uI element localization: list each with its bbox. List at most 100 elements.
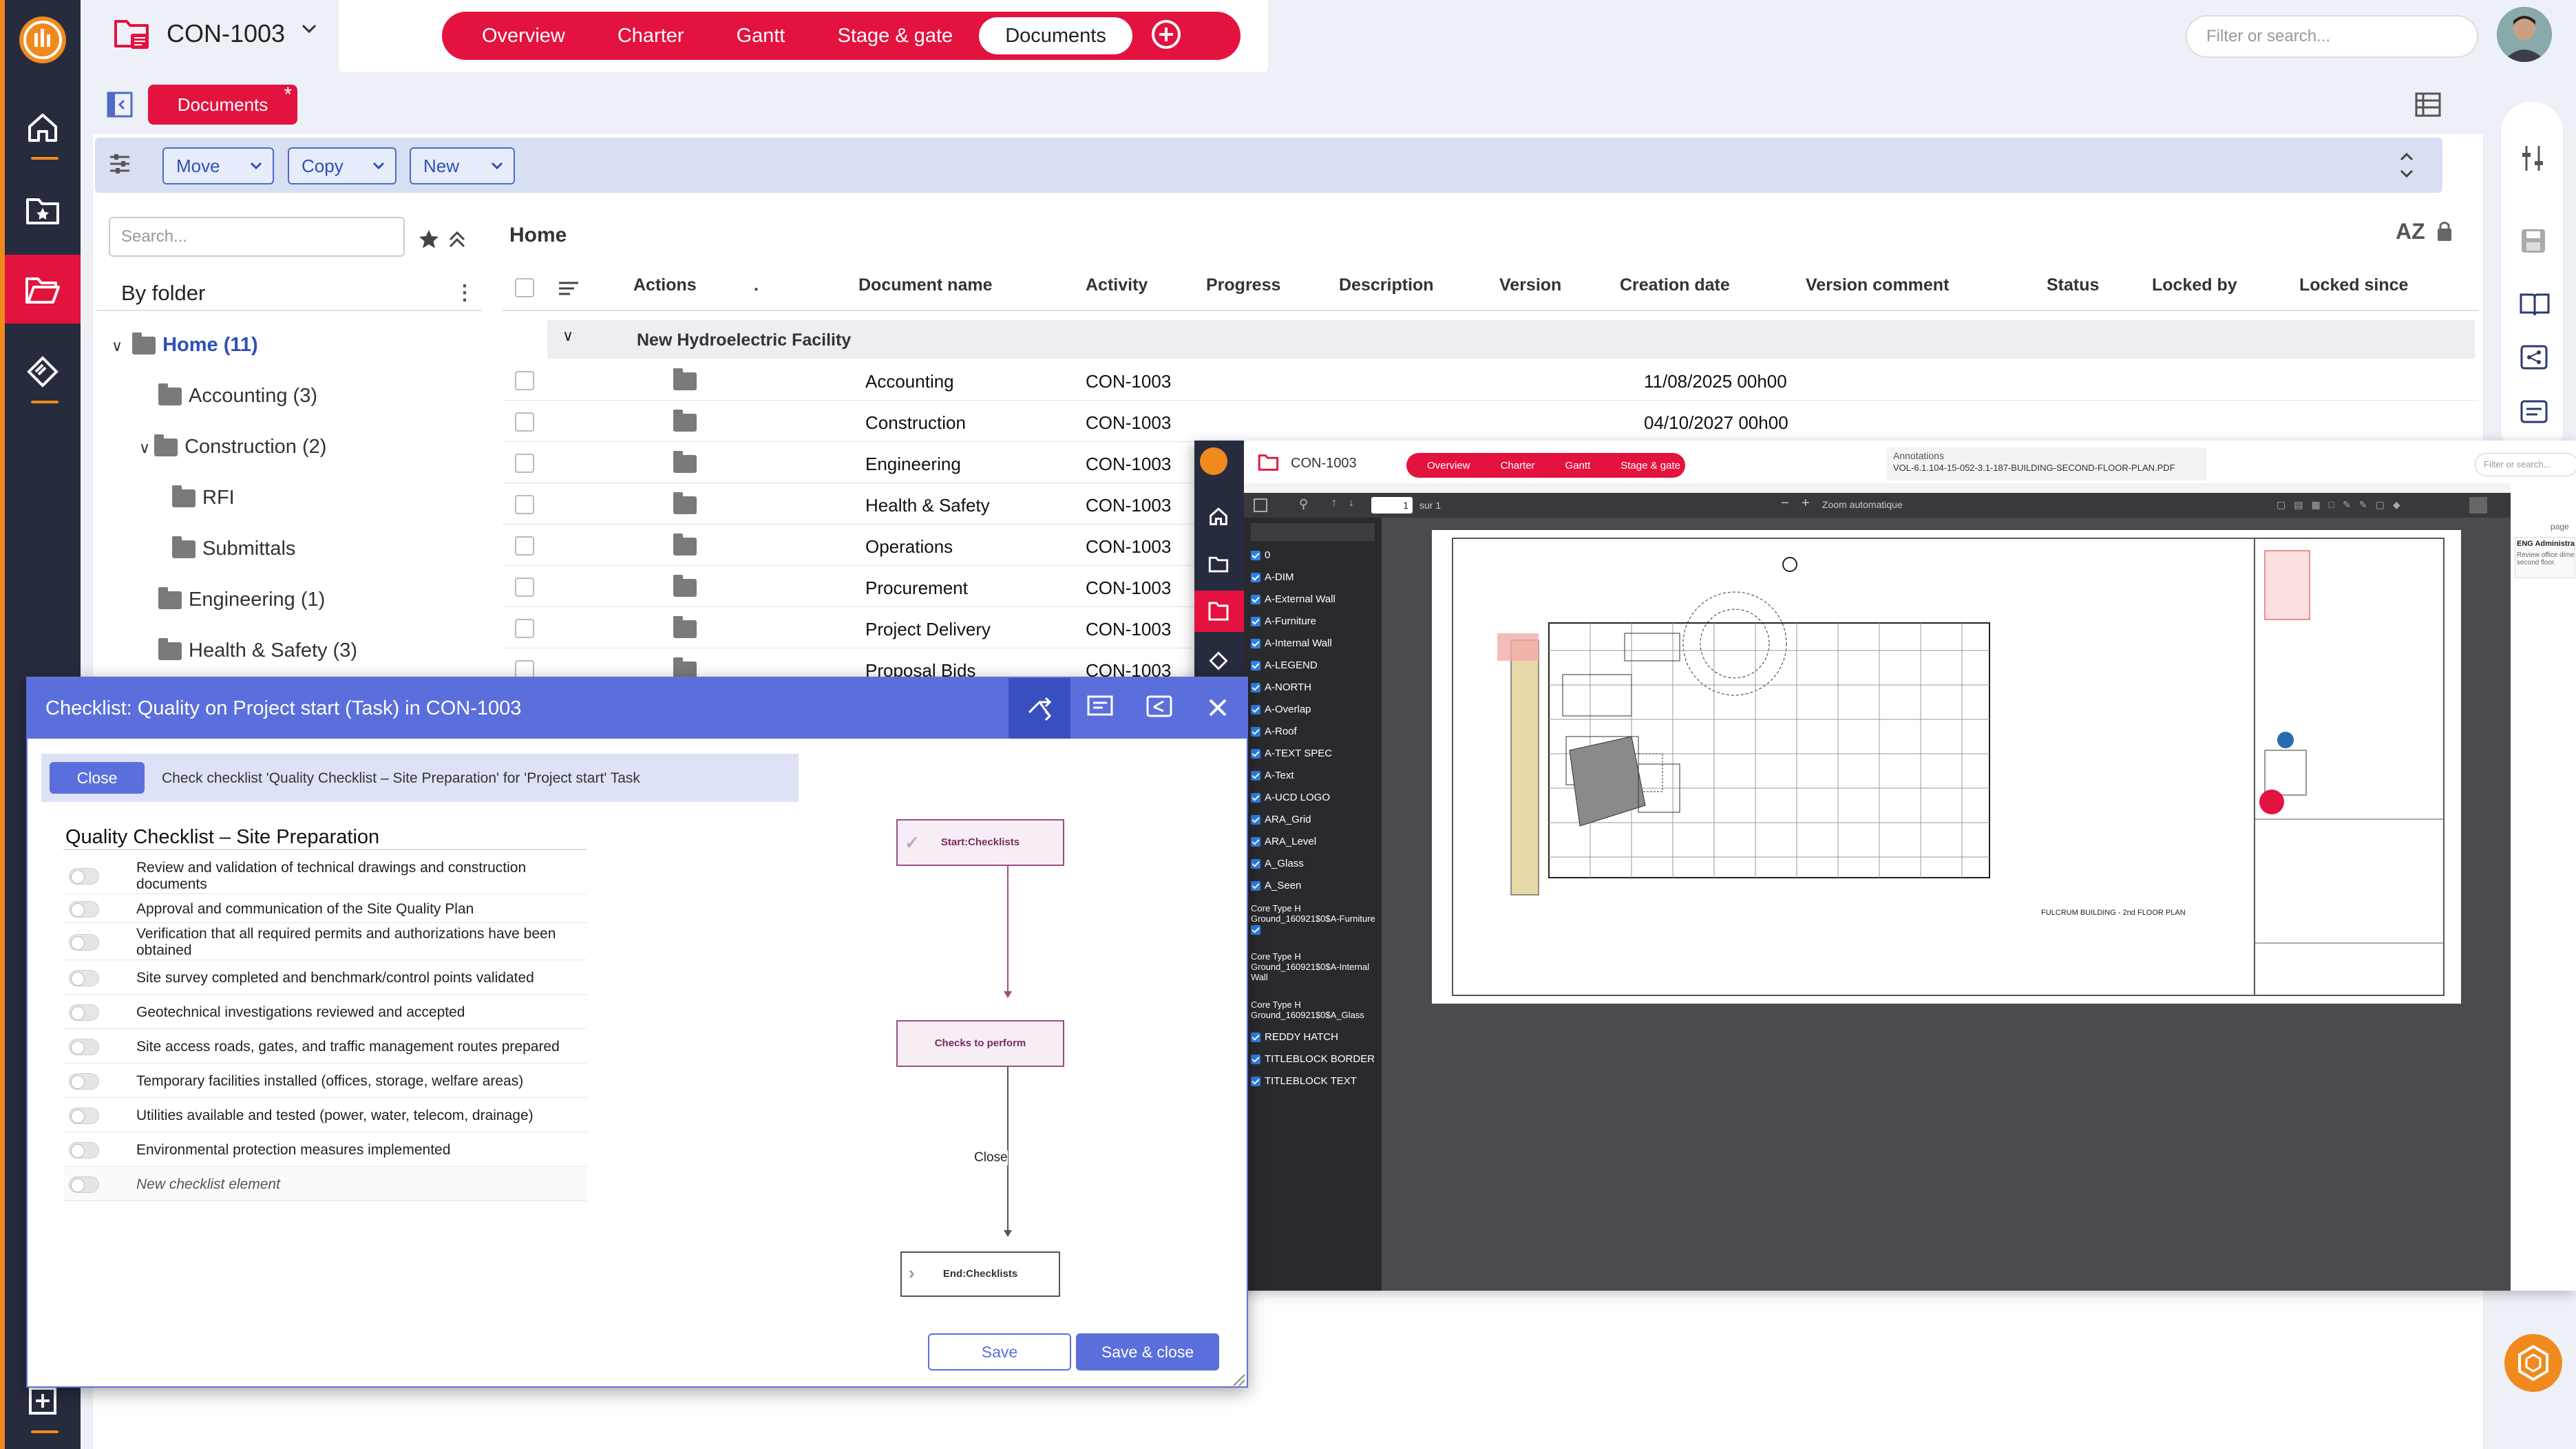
checklist-item[interactable]: Approval and communication of the Site Q… xyxy=(63,896,587,923)
comment-card[interactable]: ENG Administrator Review office dime sec… xyxy=(2515,537,2575,578)
layer-item[interactable]: TITLEBLOCK TEXT xyxy=(1251,1075,1357,1087)
tags-nav[interactable] xyxy=(5,337,81,406)
checklist-item[interactable]: Site survey completed and benchmark/cont… xyxy=(63,962,587,995)
preview-tab-documents[interactable]: Documents xyxy=(1696,460,1778,472)
layer-item[interactable]: A-DIM xyxy=(1251,571,1294,583)
expand-collapse-icon[interactable] xyxy=(2398,150,2415,184)
book-icon[interactable] xyxy=(2520,292,2550,320)
flow-start-node[interactable]: ✓ Start:Checklists xyxy=(896,819,1064,866)
layer-item[interactable]: A_Seen xyxy=(1251,880,1301,891)
layer-item[interactable]: TITLEBLOCK BORDER xyxy=(1251,1053,1375,1065)
col-version[interactable]: Version xyxy=(1499,275,1561,295)
close-icon[interactable] xyxy=(1206,696,1229,723)
close-checklist-button[interactable]: Close xyxy=(50,762,145,794)
resize-handle-icon[interactable] xyxy=(1231,1372,1246,1390)
table-view-icon[interactable] xyxy=(2415,92,2441,120)
checklist-toggle[interactable] xyxy=(69,868,99,885)
checklist-item[interactable]: Temporary facilities installed (offices,… xyxy=(63,1065,587,1098)
preview-search-input[interactable]: Filter or search... xyxy=(2475,453,2576,476)
col-status[interactable]: Status xyxy=(2047,275,2099,295)
layer-item[interactable]: REDDY HATCH xyxy=(1251,1031,1338,1043)
save-close-button[interactable]: Save & close xyxy=(1076,1333,1219,1371)
checklist-toggle[interactable] xyxy=(69,1039,99,1055)
group-by-label[interactable]: By folder xyxy=(121,281,205,306)
col-document-name[interactable]: Document name xyxy=(858,275,992,295)
checklist-toggle[interactable] xyxy=(69,1176,99,1193)
pdf-next-page-icon[interactable]: ↓ xyxy=(1349,497,1354,509)
col-activity[interactable]: Activity xyxy=(1086,275,1148,295)
col-description[interactable]: Description xyxy=(1339,275,1434,295)
layer-item[interactable]: A-External Wall xyxy=(1251,593,1335,605)
project-code[interactable]: CON-1003 xyxy=(167,19,285,48)
share-icon[interactable] xyxy=(2520,344,2548,377)
checklist-toggle[interactable] xyxy=(69,934,99,951)
group-row[interactable]: ∨ New Hydroelectric Facility xyxy=(547,320,2475,359)
tab-overview[interactable]: Overview xyxy=(456,17,591,54)
pdf-menu-icon[interactable] xyxy=(2469,497,2487,514)
flow-end-node[interactable]: › End:Checklists xyxy=(900,1251,1060,1297)
annotations-selector[interactable]: Annotations VOL-6.1.104-15-052-3.1-187-B… xyxy=(1886,447,2206,480)
user-avatar[interactable] xyxy=(2497,7,2552,62)
flow-checks-node[interactable]: Checks to perform xyxy=(896,1020,1064,1067)
pdf-search-icon[interactable]: ⚲ xyxy=(1299,497,1308,511)
layer-item[interactable]: A-TEXT SPEC xyxy=(1251,748,1332,759)
layer-item[interactable]: A-UCD LOGO xyxy=(1251,792,1330,803)
adjust-icon[interactable] xyxy=(2520,143,2546,177)
zoom-out-icon[interactable]: − xyxy=(1781,496,1789,511)
layer-item[interactable]: Core Type H Ground_160921$0$A-Furniture xyxy=(1251,903,1382,935)
pdf-page-input[interactable]: 1 xyxy=(1371,497,1413,514)
home-nav[interactable] xyxy=(5,93,81,162)
preview-tab-stage-gate[interactable]: Stage & gate xyxy=(1605,460,1696,472)
favorites-folder-nav[interactable] xyxy=(5,176,81,244)
filter-settings-icon[interactable] xyxy=(107,151,132,180)
tree-search-input[interactable]: Search... xyxy=(109,217,405,257)
new-dropdown[interactable]: New xyxy=(410,147,515,184)
documents-button[interactable]: Documents * xyxy=(148,83,297,125)
col-progress[interactable]: Progress xyxy=(1206,275,1280,295)
checklist-toggle[interactable] xyxy=(69,1073,99,1090)
preview-project-code[interactable]: CON-1003 xyxy=(1291,456,1357,472)
col-locked-by[interactable]: Locked by xyxy=(2152,275,2237,295)
col-creation-date[interactable]: Creation date xyxy=(1620,275,1730,295)
preview-home-icon[interactable] xyxy=(1208,506,1229,530)
favorite-star-icon[interactable] xyxy=(419,229,439,253)
col-actions[interactable]: Actions xyxy=(633,275,697,295)
layer-item[interactable]: Core Type H Ground_160921$0$A-Internal W… xyxy=(1251,951,1382,982)
collapse-up-icon[interactable] xyxy=(447,229,467,253)
checklist-item[interactable]: Site access roads, gates, and traffic ma… xyxy=(63,1030,587,1064)
column-menu-icon[interactable] xyxy=(558,281,580,299)
checklist-item[interactable]: Review and validation of technical drawi… xyxy=(63,858,587,894)
tab-documents[interactable]: Documents xyxy=(979,17,1132,54)
zoom-in-icon[interactable]: + xyxy=(1802,496,1810,511)
preview-tab-charter[interactable]: Charter xyxy=(1486,460,1550,472)
checklist-toggle[interactable] xyxy=(69,901,99,918)
layer-item[interactable]: A-Furniture xyxy=(1251,615,1316,627)
checklist-item[interactable]: Verification that all required permits a… xyxy=(63,924,587,960)
col-dot[interactable]: . xyxy=(754,275,759,295)
checklist-toggle[interactable] xyxy=(69,1142,99,1159)
checklist-item[interactable]: Environmental protection measures implem… xyxy=(63,1134,587,1167)
layer-item[interactable]: Core Type H Ground_160921$0$A_Glass xyxy=(1251,1000,1382,1020)
preview-folder-star-icon[interactable] xyxy=(1208,554,1229,577)
tree-item-home[interactable]: ∨ Home (11) xyxy=(112,332,258,357)
comments-icon[interactable] xyxy=(1086,695,1114,724)
preview-tab-overview[interactable]: Overview xyxy=(1412,460,1486,472)
global-search-input[interactable]: Filter or search... xyxy=(2186,15,2478,58)
checklist-toggle[interactable] xyxy=(69,1004,99,1021)
tree-item-submittals[interactable]: Submittals xyxy=(172,536,295,560)
pdf-prev-page-icon[interactable]: ↑ xyxy=(1331,497,1337,509)
layer-item[interactable]: A-Text xyxy=(1251,770,1294,781)
preview-tab-more[interactable]: ••• xyxy=(1778,460,1819,472)
pdf-tool-icons[interactable]: ▢▤▦□✎✎▢◆ xyxy=(2277,499,2409,511)
share-dialog-icon[interactable] xyxy=(1146,695,1173,724)
layer-item[interactable]: 0 xyxy=(1251,549,1270,561)
zoom-select[interactable]: Zoom automatique xyxy=(1822,499,1903,510)
select-all-checkbox[interactable] xyxy=(515,278,534,297)
preview-tab-gantt[interactable]: Gantt xyxy=(1550,460,1606,472)
layer-item[interactable]: ARA_Level xyxy=(1251,836,1316,847)
tree-item-engineering[interactable]: Engineering (1) xyxy=(158,587,325,611)
new-checklist-item[interactable]: New checklist element xyxy=(63,1168,587,1201)
documents-nav[interactable] xyxy=(5,255,81,324)
layer-item[interactable]: A-Internal Wall xyxy=(1251,637,1332,649)
preview-documents-icon[interactable] xyxy=(1194,591,1244,632)
